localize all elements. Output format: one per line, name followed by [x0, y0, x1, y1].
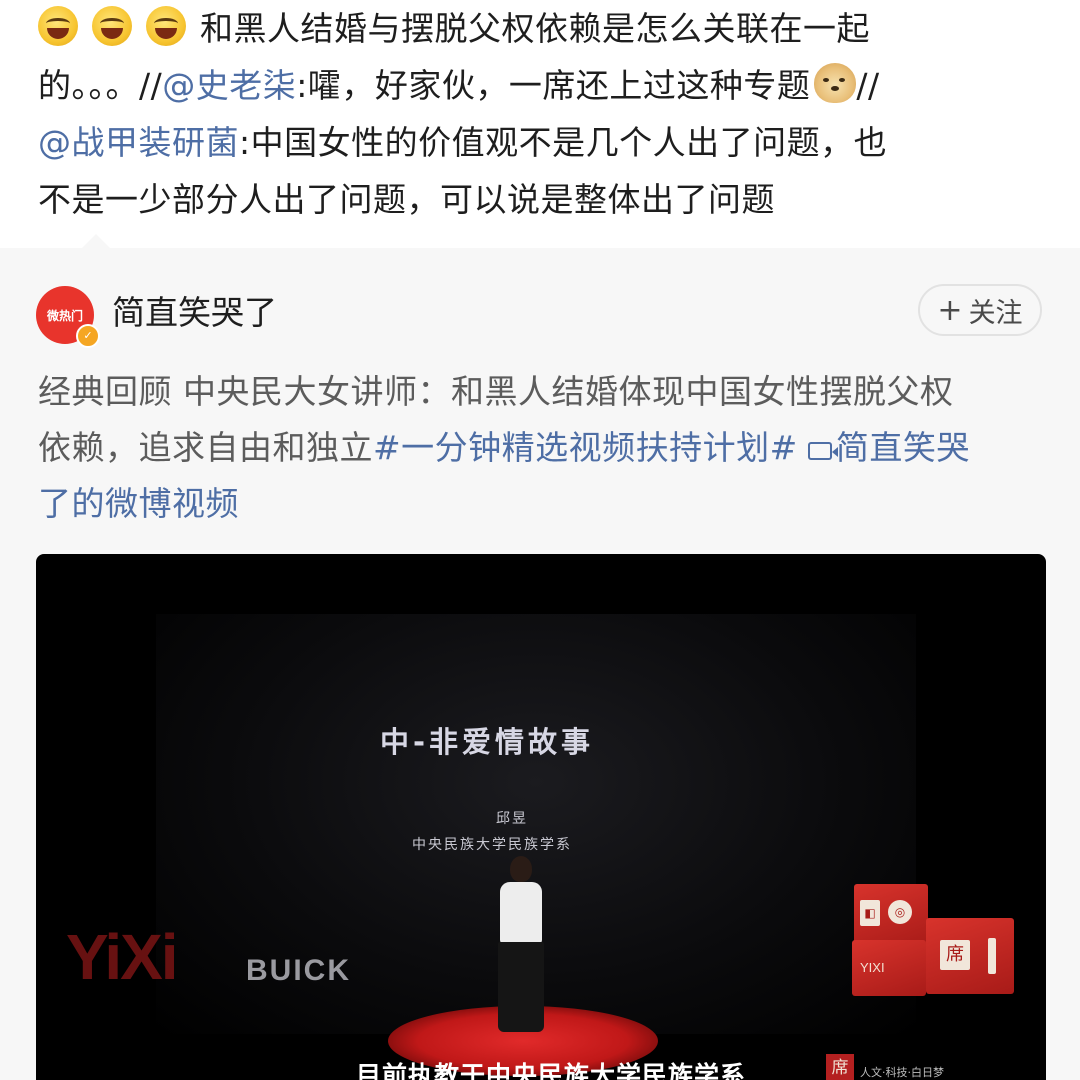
- avatar-label: 微热门: [46, 308, 83, 323]
- grin-sweat-emoji-icon: [92, 6, 132, 46]
- grin-sweat-emoji-icon: [38, 6, 78, 46]
- reposted-text: 经典回顾 中央民大女讲师：和黑人结婚体现中国女性摆脱父权 依赖，追求自由和独立#…: [38, 364, 1048, 532]
- video-subtitle: 目前执教于中央民族大学民族学系: [356, 1061, 747, 1080]
- crate-seal-icon: ◎: [888, 900, 912, 924]
- repost-line-2: 依赖，追求自由和独立#一分钟精选视频扶持计划# 简直笑哭: [38, 420, 1048, 476]
- comment-text: 不是一少部分人出了问题，可以说是整体出了问题: [38, 180, 775, 219]
- video-link-icon: [807, 442, 838, 460]
- red-crate: YIXI: [852, 940, 926, 996]
- video-link[interactable]: 简直笑哭: [836, 428, 970, 467]
- mention-link[interactable]: @战甲装研菌: [38, 123, 239, 162]
- comment-line-4: 不是一少部分人出了问题，可以说是整体出了问题: [38, 171, 1048, 228]
- comment-text: 和黑人结婚与摆脱父权依赖是怎么关联在一起: [200, 9, 870, 48]
- follow-button[interactable]: + 关注: [918, 284, 1042, 336]
- comment-text: //: [856, 66, 880, 105]
- yixi-logo: YiXi: [66, 921, 179, 993]
- repost-line-1: 经典回顾 中央民大女讲师：和黑人结婚体现中国女性摆脱父权: [38, 364, 1048, 420]
- crate-stripe: [988, 938, 996, 974]
- corner-seal: 席: [826, 1054, 854, 1080]
- video-link[interactable]: 了的微博视频: [38, 484, 239, 523]
- comment-text: :中国女性的价值观不是几个人出了问题，也: [239, 123, 888, 162]
- video-player[interactable]: 中-非爱情故事 邱昱 中央民族大学民族学系 YiXi BUICK ◧ ◎ YIX…: [36, 554, 1046, 1080]
- plus-icon: +: [937, 292, 963, 328]
- repost-text: 依赖，追求自由和独立: [38, 428, 373, 467]
- comment-text: :嚯，好家伙，一席还上过这种专题: [296, 66, 811, 105]
- grin-sweat-emoji-icon: [146, 6, 186, 46]
- video-slide-title: 中-非爱情故事: [380, 725, 595, 759]
- mention-link[interactable]: @史老柒: [162, 66, 296, 105]
- crate-seal: 席: [940, 940, 970, 970]
- comment-line-3: @战甲装研菌:中国女性的价值观不是几个人出了问题，也: [38, 114, 1048, 171]
- speaker-name: 邱昱: [496, 811, 528, 827]
- speaker-org: 中央民族大学民族学系: [412, 837, 572, 853]
- repost-line-3: 了的微博视频: [38, 476, 1048, 532]
- card-caret: [82, 234, 110, 248]
- repost-comment: 和黑人结婚与摆脱父权依赖是怎么关联在一起 的。。。//@史老柒:嚯，好家伙，一席…: [38, 0, 1048, 228]
- weibo-post-screen: 和黑人结婚与摆脱父权依赖是怎么关联在一起 的。。。//@史老柒:嚯，好家伙，一席…: [0, 0, 1080, 1080]
- author-name[interactable]: 简直笑哭了: [112, 290, 277, 336]
- red-crate: ◧ ◎: [854, 884, 928, 946]
- crate-label: YIXI: [860, 960, 885, 975]
- comment-line-1: 和黑人结婚与摆脱父权依赖是怎么关联在一起: [38, 0, 1048, 57]
- comment-line-2: 的。。。//@史老柒:嚯，好家伙，一席还上过这种专题 //: [38, 57, 1048, 114]
- hashtag-link[interactable]: #一分钟精选视频扶持计划#: [373, 428, 798, 467]
- follow-label: 关注: [968, 297, 1023, 329]
- crate-seal-icon: ◧: [860, 900, 880, 926]
- sponsor-logo: BUICK: [246, 954, 351, 987]
- corner-slogan: 人文·科技·白日梦: [860, 1066, 944, 1079]
- doge-emoji-icon: [814, 63, 857, 103]
- comment-text: 的。。。//: [38, 66, 163, 105]
- verified-badge-icon: ✓: [76, 324, 100, 348]
- red-crate: 席: [926, 918, 1014, 994]
- speaker-figure: [496, 856, 546, 1046]
- repost-text: 经典回顾 中央民大女讲师：和黑人结婚体现中国女性摆脱父权: [38, 372, 954, 411]
